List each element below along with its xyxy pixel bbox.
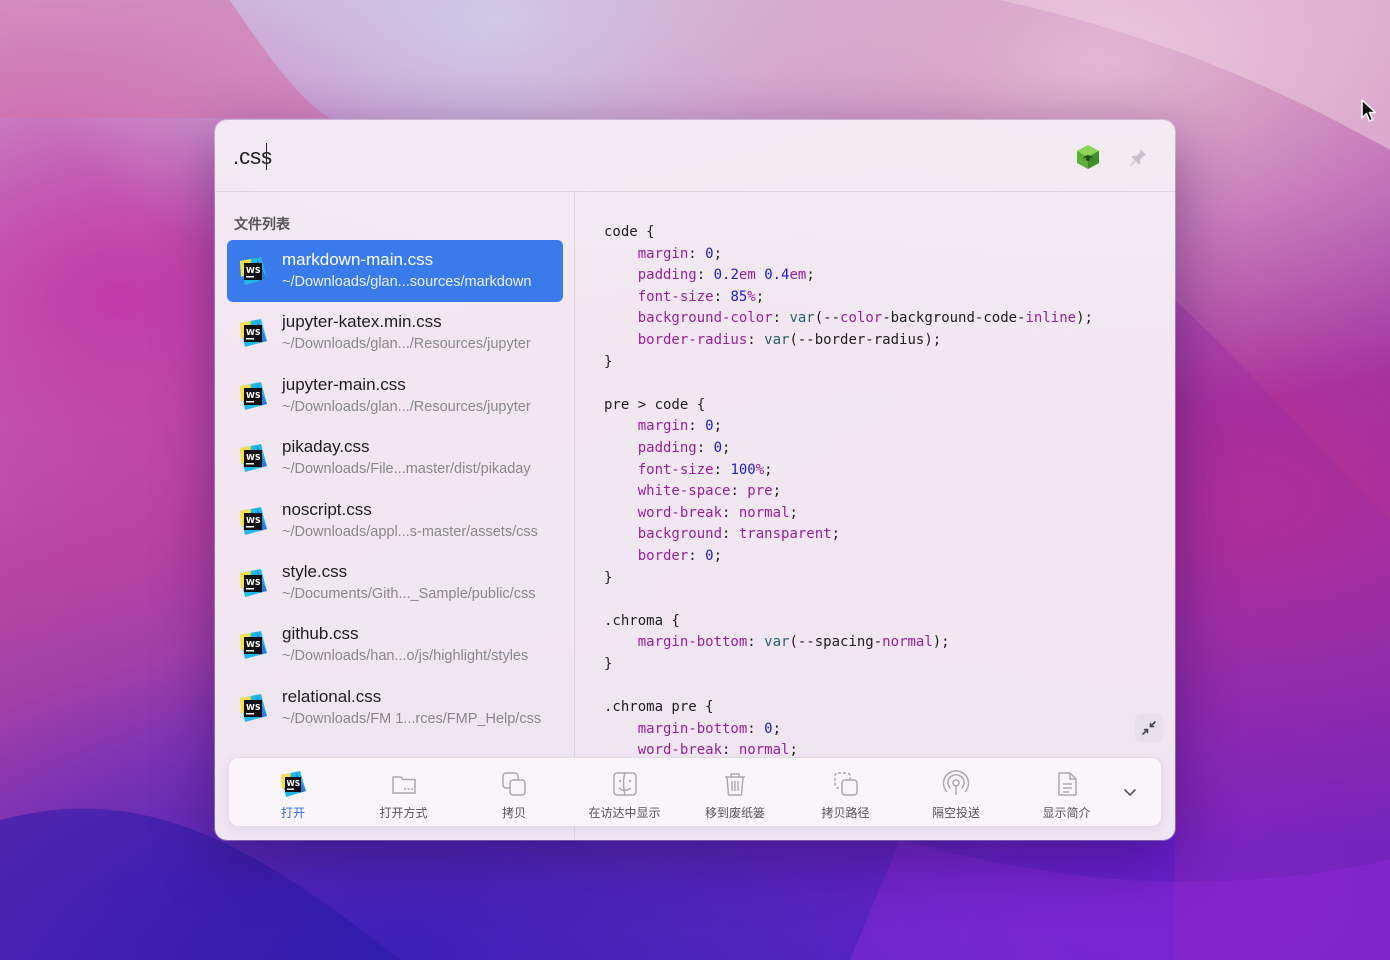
toolbar-action-button[interactable]: 打开方式 <box>349 758 459 828</box>
collapse-preview-button[interactable] <box>1135 714 1163 742</box>
svg-text:WS: WS <box>246 391 261 400</box>
file-list-item[interactable]: WS noscript.css ~/Downloads/appl...s-maste… <box>227 490 563 552</box>
section-label: 文件列表 <box>234 216 290 232</box>
svg-text:WS: WS <box>246 516 261 525</box>
search-bar <box>215 120 1175 192</box>
file-path: ~/Downloads/FM 1...rces/FMP_Help/css <box>282 710 542 727</box>
toolbar-action-button[interactable]: 拷贝 <box>459 758 569 828</box>
toolbar-action-button[interactable]: 隔空投送 <box>901 758 1011 828</box>
svg-text:WS: WS <box>246 266 261 275</box>
toolbar-action-label: 拷贝 <box>501 806 526 820</box>
svg-text:WS: WS <box>246 703 261 712</box>
mouse-cursor-icon <box>1361 99 1377 122</box>
toolbar-action-label: 拷贝路径 <box>821 806 870 820</box>
file-name: relational.css <box>282 686 382 706</box>
copy-icon <box>500 770 528 798</box>
file-path: ~/Downloads/glan.../Resources/jupyter <box>282 336 531 353</box>
file-path: ~/Downloads/File...master/dist/pikaday <box>282 461 531 478</box>
file-name: jupyter-main.css <box>282 374 406 394</box>
file-list-item[interactable]: WS github.css ~/Downloads/han...o/js/highl… <box>227 614 563 676</box>
file-list-item[interactable]: WS style.css ~/Documents/Gith..._Sample/pu… <box>227 552 563 614</box>
webstorm-file-icon: WS <box>237 692 269 724</box>
webstorm-file-icon: WS <box>237 629 269 661</box>
pin-icon[interactable] <box>1128 147 1148 167</box>
info-document-icon <box>1053 770 1081 798</box>
file-path: ~/Downloads/appl...s-master/assets/css <box>282 523 538 540</box>
webstorm-file-icon: WS <box>237 442 269 474</box>
trash-icon <box>721 770 749 798</box>
chevron-down-icon[interactable] <box>1122 784 1138 800</box>
svg-text:WS: WS <box>246 453 261 462</box>
toolbar-action-label: 移到废纸篓 <box>704 806 765 820</box>
launcher-window: 文件列表 WS markdown-main.css ~/Downloads/glan… <box>215 120 1175 840</box>
toolbar-action-button[interactable]: 移到废纸篓 <box>680 758 790 828</box>
file-name: pikaday.css <box>282 437 370 457</box>
file-name: style.css <box>282 561 348 581</box>
file-name: markdown-main.css <box>282 250 434 269</box>
toolbar-action-label: 隔空投送 <box>931 806 980 820</box>
file-list-item[interactable]: WS markdown-main.css ~/Downloads/glan...so… <box>227 240 563 303</box>
file-list-item[interactable]: WS relational.css ~/Downloads/FM 1...rces/… <box>227 677 563 739</box>
toolbar-action-label: 打开方式 <box>379 806 428 820</box>
toolbar-action-button[interactable]: WS 打开 <box>238 758 348 828</box>
file-preview-panel: code { margin: 0; padding: 0.2em 0.4em; … <box>576 192 1175 840</box>
file-path: ~/Downloads/glan...sources/markdown <box>282 274 532 290</box>
toolbar-action-button[interactable]: 显示简介 <box>1012 758 1122 828</box>
svg-text:WS: WS <box>287 779 301 788</box>
action-toolbar: WS 打开 打开方式 拷贝 在访达中显示 移到废纸篓 拷贝路径 隔空投送 显示简介 <box>228 757 1162 827</box>
finder-icon <box>611 770 639 798</box>
toolbar-action-label: 打开 <box>280 806 305 820</box>
webstorm-file-icon: WS <box>237 317 269 349</box>
svg-text:WS: WS <box>246 578 261 587</box>
webstorm-file-icon: WS <box>237 567 269 599</box>
collapse-arrows-icon <box>1142 721 1156 735</box>
webstorm-file-icon: WS <box>237 505 269 537</box>
webstorm-file-icon: WS <box>237 380 269 412</box>
webstorm-file-icon: WS <box>237 255 269 287</box>
file-path: ~/Downloads/han...o/js/highlight/styles <box>282 648 529 665</box>
file-name: noscript.css <box>282 499 372 519</box>
search-input[interactable] <box>233 140 1053 174</box>
file-list: WS markdown-main.css ~/Downloads/glan...so… <box>227 240 563 739</box>
file-list-panel: 文件列表 WS markdown-main.css ~/Downloads/glan… <box>215 192 575 840</box>
toolbar-action-label: 在访达中显示 <box>588 806 661 820</box>
file-list-item[interactable]: WS pikaday.css ~/Downloads/File...master/d… <box>227 427 563 489</box>
toolbar-action-label: 显示简介 <box>1042 806 1091 820</box>
svg-text:WS: WS <box>246 328 261 337</box>
toolbar-action-button[interactable]: 拷贝路径 <box>791 758 901 828</box>
text-caret <box>266 143 267 170</box>
webstorm-app-icon: WS <box>279 770 307 798</box>
toolbar-action-button[interactable]: 在访达中显示 <box>570 758 680 828</box>
app-logo-icon[interactable] <box>1075 144 1101 170</box>
file-name: github.css <box>282 624 359 644</box>
file-path: ~/Downloads/glan.../Resources/jupyter <box>282 398 531 415</box>
svg-text:WS: WS <box>246 640 261 649</box>
copy-path-icon <box>832 770 860 798</box>
code-preview: code { margin: 0; padding: 0.2em 0.4em; … <box>604 224 1093 759</box>
airdrop-icon <box>942 770 970 798</box>
file-path: ~/Documents/Gith..._Sample/public/css <box>282 585 536 602</box>
folder-open-with-icon <box>390 770 418 798</box>
file-name: jupyter-katex.min.css <box>282 312 442 332</box>
file-list-item[interactable]: WS jupyter-main.css ~/Downloads/glan.../Re… <box>227 365 563 427</box>
file-list-item[interactable]: WS jupyter-katex.min.css ~/Downloads/glan.… <box>227 302 563 364</box>
